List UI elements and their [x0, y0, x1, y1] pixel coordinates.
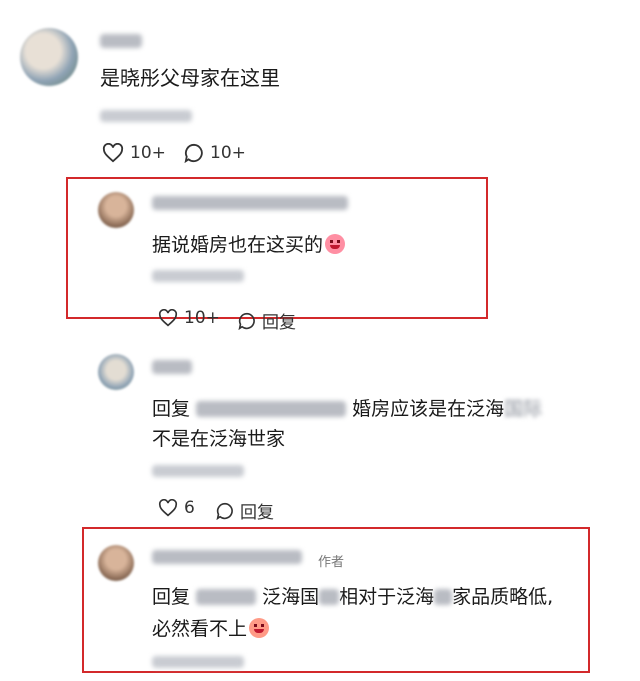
heart-icon [158, 309, 178, 327]
like-count: 10+ [130, 143, 166, 163]
author-tag: 作者 [318, 555, 345, 570]
avatar[interactable] [98, 192, 134, 228]
reply-button[interactable]: 10+ [184, 143, 246, 163]
comment-bubble-icon [184, 143, 203, 163]
username-blurred [152, 550, 302, 564]
comment-text-line2: 不是在泛海世家 [152, 428, 286, 450]
comment-text: 据说婚房也在这买的 [152, 230, 346, 257]
username-blurred [152, 360, 192, 374]
avatar[interactable] [20, 28, 78, 86]
quoted-name-blurred [196, 589, 257, 605]
like-button[interactable]: 10+ [158, 308, 220, 328]
timestamp-blurred [100, 110, 192, 122]
like-count: 6 [184, 498, 195, 518]
comment-bubble-icon [216, 502, 233, 520]
timestamp-blurred [152, 656, 244, 668]
heart-icon [158, 499, 178, 517]
comment-bubble-icon [238, 312, 255, 330]
like-button[interactable]: 10+ [102, 143, 166, 163]
reply-count: 10+ [210, 143, 246, 163]
comment-text-line1: 回复 婚房应该是在泛海国际 [152, 398, 543, 420]
username-blurred [100, 34, 142, 48]
timestamp-blurred [152, 465, 244, 477]
emoji-icon [325, 234, 346, 254]
quoted-name-blurred [196, 401, 347, 417]
comment-text-line1: 回复 泛海国 相对于泛海 家品质略低, [152, 586, 554, 608]
reply-button[interactable]: 回复 [238, 308, 296, 333]
heart-icon [102, 143, 124, 163]
reply-label: 回复 [240, 503, 274, 523]
comment-text-line2: 必然看不上 [152, 614, 270, 641]
emoji-icon [249, 618, 270, 638]
comment-text: 是晓彤父母家在这里 [100, 66, 280, 90]
avatar[interactable] [98, 354, 134, 390]
like-count: 10+ [184, 308, 220, 328]
like-button[interactable]: 6 [158, 498, 195, 518]
reply-label: 回复 [262, 313, 296, 333]
reply-button[interactable]: 回复 [216, 498, 274, 523]
username-blurred [152, 196, 348, 210]
timestamp-blurred [152, 270, 244, 282]
avatar[interactable] [98, 545, 134, 581]
